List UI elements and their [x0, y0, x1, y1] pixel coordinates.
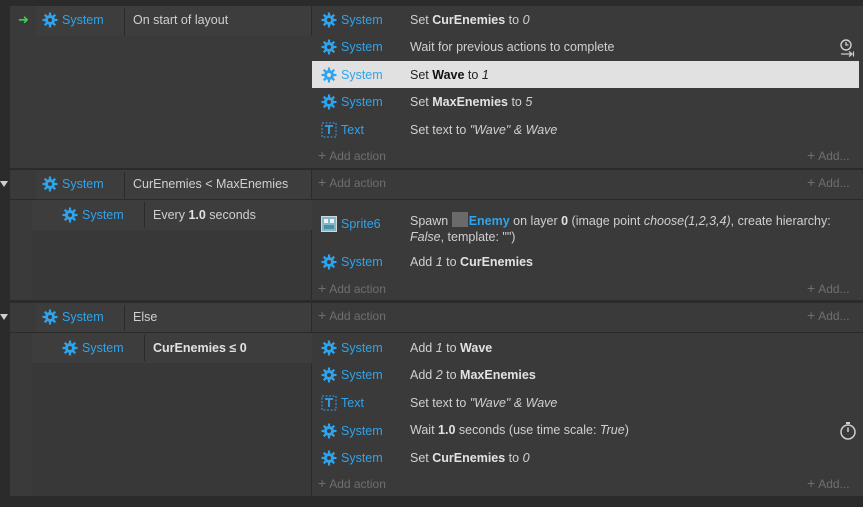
add-action-button[interactable]: + Add action	[318, 280, 386, 296]
add-button[interactable]: + Add...	[807, 147, 850, 163]
gear-icon	[321, 39, 337, 55]
condition-text: Every 1.0 seconds	[153, 208, 256, 222]
condition-object-system[interactable]: System	[42, 176, 104, 192]
action-row[interactable]: Text Set text to "Wave" & Wave	[312, 388, 863, 416]
object-name: System	[62, 310, 104, 324]
action-row[interactable]: System Add 1 to Wave	[312, 334, 863, 361]
action-text: Set MaxEnemies to 5	[410, 95, 533, 109]
action-row[interactable]: System Add 1 to CurEnemies	[312, 248, 863, 275]
divider	[124, 305, 125, 331]
add-button[interactable]: + Add...	[807, 475, 850, 491]
gear-icon	[62, 340, 78, 356]
gear-icon	[321, 423, 337, 439]
object-name: System	[82, 208, 124, 222]
text-object-icon	[321, 395, 337, 411]
action-row[interactable]: System Set CurEnemies to 0	[312, 6, 863, 33]
green-arrow-icon: ➜	[18, 12, 29, 27]
sprite-icon	[321, 216, 337, 232]
divider	[124, 8, 125, 36]
condition-text: On start of layout	[133, 13, 229, 27]
object-name: System	[341, 368, 383, 382]
object-name: System	[341, 95, 383, 109]
object-name: Sprite6	[341, 217, 381, 231]
action-row[interactable]: System Set CurEnemies to 0	[312, 444, 863, 471]
action-text: Add 1 to CurEnemies	[410, 255, 533, 269]
divider	[124, 172, 125, 198]
action-text: Set Wave to 1	[410, 68, 489, 82]
divider	[144, 335, 145, 361]
action-text: Set CurEnemies to 0	[410, 451, 530, 465]
action-row[interactable]: System Add 2 to MaxEnemies	[312, 361, 863, 388]
gear-icon	[321, 367, 337, 383]
gear-icon	[62, 207, 78, 223]
add-button[interactable]: + Add...	[807, 280, 850, 296]
divider	[144, 202, 145, 228]
condition-text: CurEnemies < MaxEnemies	[133, 177, 289, 191]
condition-object-system[interactable]: System	[62, 207, 124, 223]
add-action-button[interactable]: + Add action	[318, 475, 386, 491]
text-object-icon	[321, 122, 337, 138]
object-name: System	[341, 341, 383, 355]
object-name: System	[341, 68, 383, 82]
gear-icon	[321, 12, 337, 28]
timer-icon	[840, 422, 856, 440]
wait-clock-icon	[840, 39, 855, 57]
object-name: Text	[341, 123, 364, 137]
add-button[interactable]: + Add...	[807, 174, 850, 190]
action-text: Add 1 to Wave	[410, 341, 493, 355]
collapse-arrow-icon[interactable]	[0, 314, 8, 320]
condition-text: Else	[133, 310, 158, 324]
action-row-selected[interactable]: System Set Wave to 1	[312, 61, 859, 88]
gear-icon	[321, 340, 337, 356]
gear-icon	[321, 94, 337, 110]
object-name: System	[341, 424, 383, 438]
gear-icon	[42, 176, 58, 192]
object-name: System	[62, 13, 104, 27]
action-text: Wait 1.0 seconds (use time scale: True)	[410, 423, 629, 437]
action-row[interactable]: System Wait 1.0 seconds (use time scale:…	[312, 416, 863, 444]
object-name: System	[341, 13, 383, 27]
action-text: Set CurEnemies to 0	[410, 13, 530, 27]
object-name: Text	[341, 396, 364, 410]
object-name: System	[341, 451, 383, 465]
collapse-arrow-icon[interactable]	[0, 181, 8, 187]
condition-text: CurEnemies ≤ 0	[153, 341, 247, 355]
gear-icon	[321, 450, 337, 466]
action-text: Spawn Enemy on layer 0 (image point choo…	[410, 212, 831, 244]
action-text: Wait for previous actions to complete	[410, 40, 615, 54]
condition-area-1	[10, 36, 312, 168]
gear-icon	[42, 12, 58, 28]
condition-object-system[interactable]: System	[42, 309, 104, 325]
enemy-sprite-icon	[451, 212, 468, 227]
action-text: Add 2 to MaxEnemies	[410, 368, 536, 382]
action-row[interactable]: Text Set text to "Wave" & Wave	[312, 115, 863, 143]
gear-icon	[321, 67, 337, 83]
gear-icon	[321, 254, 337, 270]
add-button[interactable]: + Add...	[807, 307, 850, 323]
gear-icon	[42, 309, 58, 325]
condition-object-system[interactable]: System	[42, 12, 104, 28]
object-name: System	[341, 40, 383, 54]
action-row[interactable]: System Set MaxEnemies to 5	[312, 88, 863, 115]
add-action-button[interactable]: + Add action	[318, 174, 386, 190]
action-row[interactable]: Sprite6 Spawn Enemy on layer 0 (image po…	[312, 204, 863, 248]
object-name: System	[62, 177, 104, 191]
condition-object-system[interactable]: System	[62, 340, 124, 356]
action-row[interactable]: System Wait for previous actions to comp…	[312, 33, 863, 61]
action-text: Set text to "Wave" & Wave	[410, 396, 558, 410]
add-action-button[interactable]: + Add action	[318, 307, 386, 323]
action-text: Set text to "Wave" & Wave	[410, 123, 558, 137]
object-name: System	[341, 255, 383, 269]
object-name: System	[82, 341, 124, 355]
add-action-button[interactable]: + Add action	[318, 147, 386, 163]
